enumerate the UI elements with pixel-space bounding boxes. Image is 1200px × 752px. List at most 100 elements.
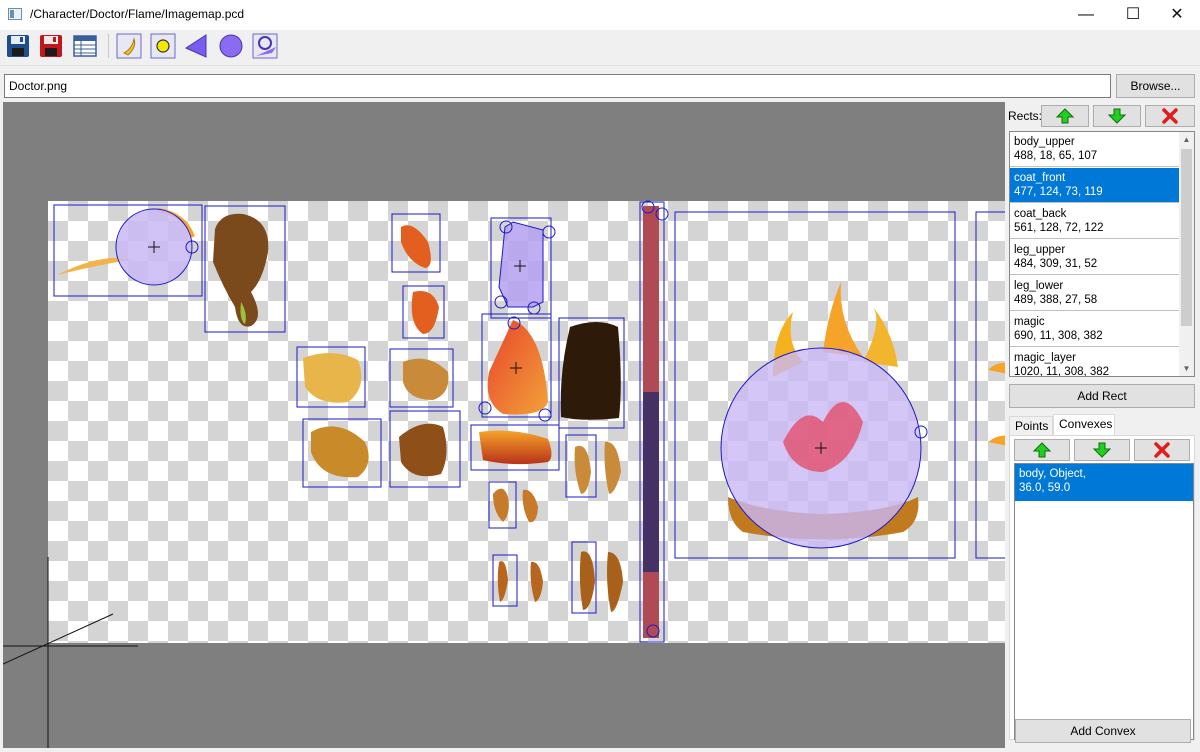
save-as-icon xyxy=(40,35,62,57)
boot-sprite xyxy=(311,426,369,478)
coat-back-sprite xyxy=(560,322,621,420)
maximize-button[interactable]: ☐ xyxy=(1110,0,1156,30)
rect-item-values: 488, 18, 65, 107 xyxy=(1014,150,1098,162)
toolbar xyxy=(0,30,1200,66)
arrow-down-icon xyxy=(1093,442,1111,458)
convex-list-item-selected[interactable]: body, Object, 36.0, 59.0 xyxy=(1015,464,1193,501)
magic-flame-mid xyxy=(823,282,863,357)
arrow-up-icon xyxy=(1033,442,1051,458)
save-icon xyxy=(7,35,29,57)
scroll-down-icon[interactable]: ▼ xyxy=(1179,361,1194,376)
rect-list-scrollbar[interactable]: ▲ ▼ xyxy=(1179,132,1194,376)
delete-x-icon xyxy=(1162,108,1178,124)
feather-sprite-4 xyxy=(607,552,623,612)
rect-item-name: coat_back xyxy=(1014,208,1067,220)
side-panel: Rects: body_upper 488, 18, 65, 107 coat_… xyxy=(1005,102,1200,752)
convex-item-line1: body, Object, xyxy=(1019,468,1086,480)
magic-flame-right xyxy=(863,307,898,367)
convex-list[interactable]: body, Object, 36.0, 59.0 xyxy=(1014,463,1194,740)
handle-coat-2[interactable] xyxy=(478,401,492,415)
rect-item-name: body_upper xyxy=(1014,136,1075,148)
toolbar-separator xyxy=(108,34,109,58)
add-convex-icon xyxy=(252,33,278,59)
rect-move-down-button[interactable] xyxy=(1093,105,1141,127)
ember-small-2 xyxy=(411,291,439,334)
rect-list-item-selected[interactable]: coat_front 477, 124, 73, 119 xyxy=(1010,168,1180,203)
delete-x-icon xyxy=(1154,442,1170,458)
window-title: /Character/Doctor/Flame/Imagemap.pcd xyxy=(30,7,245,21)
sprite-overlay xyxy=(3,200,1005,748)
rect-item-values: 484, 309, 31, 52 xyxy=(1014,258,1098,270)
add-circle-button[interactable] xyxy=(218,33,244,59)
rect-list-item[interactable]: leg_lower 489, 388, 27, 58 xyxy=(1010,276,1180,311)
arrow-down-icon xyxy=(1108,108,1126,124)
rect-delete-button[interactable] xyxy=(1145,105,1195,127)
app-icon xyxy=(8,8,22,20)
feather-sprite-1 xyxy=(574,445,591,494)
add-circle-icon xyxy=(219,34,243,58)
axis-z xyxy=(3,613,114,665)
boot-sprite-2 xyxy=(399,423,447,477)
rect-item-values: 561, 128, 72, 122 xyxy=(1014,222,1104,234)
leg-upper-sprite-1 xyxy=(493,488,509,522)
add-point-button[interactable] xyxy=(150,33,176,59)
rect-list-item[interactable]: leg_upper 484, 309, 31, 52 xyxy=(1010,240,1180,275)
handle-coat-3[interactable] xyxy=(538,408,552,422)
save-as-button[interactable] xyxy=(38,33,64,59)
rect-item-values: 1020, 11, 308, 382 xyxy=(1014,366,1110,377)
convex-move-down-button[interactable] xyxy=(1074,439,1130,461)
table-button[interactable] xyxy=(72,33,98,59)
magic-layer-flame-1 xyxy=(988,362,1005,374)
add-convex-button[interactable]: Add Convex xyxy=(1015,719,1191,743)
minimize-button[interactable]: — xyxy=(1063,0,1109,30)
image-map-canvas[interactable] xyxy=(3,102,1005,748)
rect-magic-layer[interactable] xyxy=(975,211,1005,559)
rect-list-item[interactable]: magic 690, 11, 308, 382 xyxy=(1010,312,1180,347)
add-triangle-button[interactable] xyxy=(184,33,210,59)
title-bar: /Character/Doctor/Flame/Imagemap.pcd — ☐… xyxy=(0,0,1200,30)
arrow-up-icon xyxy=(1056,108,1074,124)
table-icon xyxy=(73,35,97,57)
cloud-puff-2 xyxy=(403,358,449,400)
rect-item-name: leg_upper xyxy=(1014,244,1066,256)
scroll-up-icon[interactable]: ▲ xyxy=(1179,132,1194,147)
convex-delete-button[interactable] xyxy=(1134,439,1190,461)
rect-item-name: coat_front xyxy=(1014,172,1066,184)
rect-list[interactable]: body_upper 488, 18, 65, 107 coat_front 4… xyxy=(1009,131,1195,377)
leg-upper-sprite-2 xyxy=(522,489,538,523)
ember-small-1 xyxy=(401,225,431,268)
tab-convexes[interactable]: Convexes xyxy=(1053,414,1115,436)
leg-lower-sprite-1 xyxy=(497,561,508,602)
add-point-icon xyxy=(150,33,176,59)
magic-strip-dark xyxy=(643,392,659,572)
rect-list-item[interactable]: body_upper 488, 18, 65, 107 xyxy=(1010,132,1180,167)
leg-lower-sprite-2 xyxy=(530,561,543,602)
browse-button[interactable]: Browse... xyxy=(1116,74,1195,98)
body-upper-sprite xyxy=(498,221,544,308)
coat-front-sprite xyxy=(487,320,548,415)
panel-tabs: Points Convexes xyxy=(1009,414,1195,436)
rect-item-values: 477, 124, 73, 119 xyxy=(1014,186,1103,198)
add-image-icon xyxy=(116,33,142,59)
add-rect-button[interactable]: Add Rect xyxy=(1009,384,1195,408)
rect-move-up-button[interactable] xyxy=(1041,105,1089,127)
rects-label: Rects: xyxy=(1008,109,1043,123)
add-triangle-icon xyxy=(184,34,207,58)
handle-body-2[interactable] xyxy=(542,225,556,239)
sleeve-sprite xyxy=(479,430,552,465)
rect-item-values: 690, 11, 308, 382 xyxy=(1014,330,1103,342)
add-convex-button[interactable] xyxy=(252,33,278,59)
image-file-input[interactable] xyxy=(4,74,1111,98)
convex-item-line2: 36.0, 59.0 xyxy=(1019,482,1071,494)
rect-list-item[interactable]: magic_layer 1020, 11, 308, 382 xyxy=(1010,348,1180,377)
convex-move-up-button[interactable] xyxy=(1014,439,1070,461)
add-image-button[interactable] xyxy=(116,33,142,59)
save-button[interactable] xyxy=(5,33,31,59)
cloud-puff-1 xyxy=(303,352,362,403)
magic-layer-flame-2 xyxy=(988,435,1005,446)
rect-list-item[interactable]: coat_back 561, 128, 72, 122 xyxy=(1010,204,1180,239)
tab-points[interactable]: Points xyxy=(1009,416,1053,436)
scroll-thumb[interactable] xyxy=(1181,149,1192,326)
handle-body-3[interactable] xyxy=(494,295,508,309)
close-button[interactable]: ✕ xyxy=(1154,0,1200,30)
